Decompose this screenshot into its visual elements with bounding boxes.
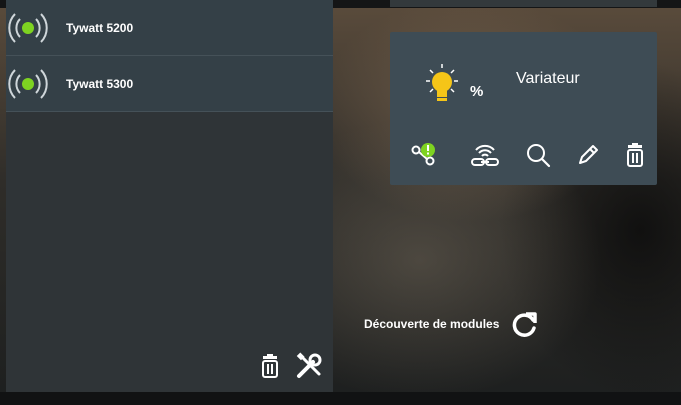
device-name: Tywatt 5300 bbox=[66, 76, 134, 91]
device-row-tywatt-5200[interactable]: Tywatt 5200 bbox=[6, 0, 333, 56]
settings-tools-icon[interactable] bbox=[295, 352, 323, 380]
signal-online-icon bbox=[6, 64, 50, 104]
trash-icon[interactable] bbox=[624, 143, 646, 167]
search-icon[interactable] bbox=[525, 142, 551, 168]
edit-icon[interactable] bbox=[575, 142, 601, 168]
module-discovery[interactable]: Découverte de modules bbox=[364, 310, 539, 338]
trash-icon[interactable] bbox=[259, 354, 281, 378]
device-sidebar: Tywatt 5200 Tywatt 5300 bbox=[6, 0, 333, 392]
device-name: Tywatt 5200 bbox=[66, 20, 134, 35]
device-row-tywatt-5300[interactable]: Tywatt 5300 bbox=[6, 56, 333, 112]
signal-online-icon bbox=[6, 8, 50, 48]
refresh-icon[interactable] bbox=[511, 310, 539, 338]
module-card-variateur[interactable]: % Variateur bbox=[390, 32, 657, 185]
dimmer-unit: % bbox=[470, 83, 484, 100]
wireless-link-icon[interactable] bbox=[468, 141, 502, 169]
discovery-label: Découverte de modules bbox=[364, 317, 500, 331]
pairing-warning-icon[interactable] bbox=[410, 142, 444, 168]
sidebar-actions bbox=[259, 352, 323, 380]
top-panel-edge bbox=[390, 0, 657, 7]
sidebar-footer-strip bbox=[0, 392, 681, 405]
module-actions bbox=[410, 141, 646, 169]
module-name: Variateur bbox=[516, 70, 580, 87]
